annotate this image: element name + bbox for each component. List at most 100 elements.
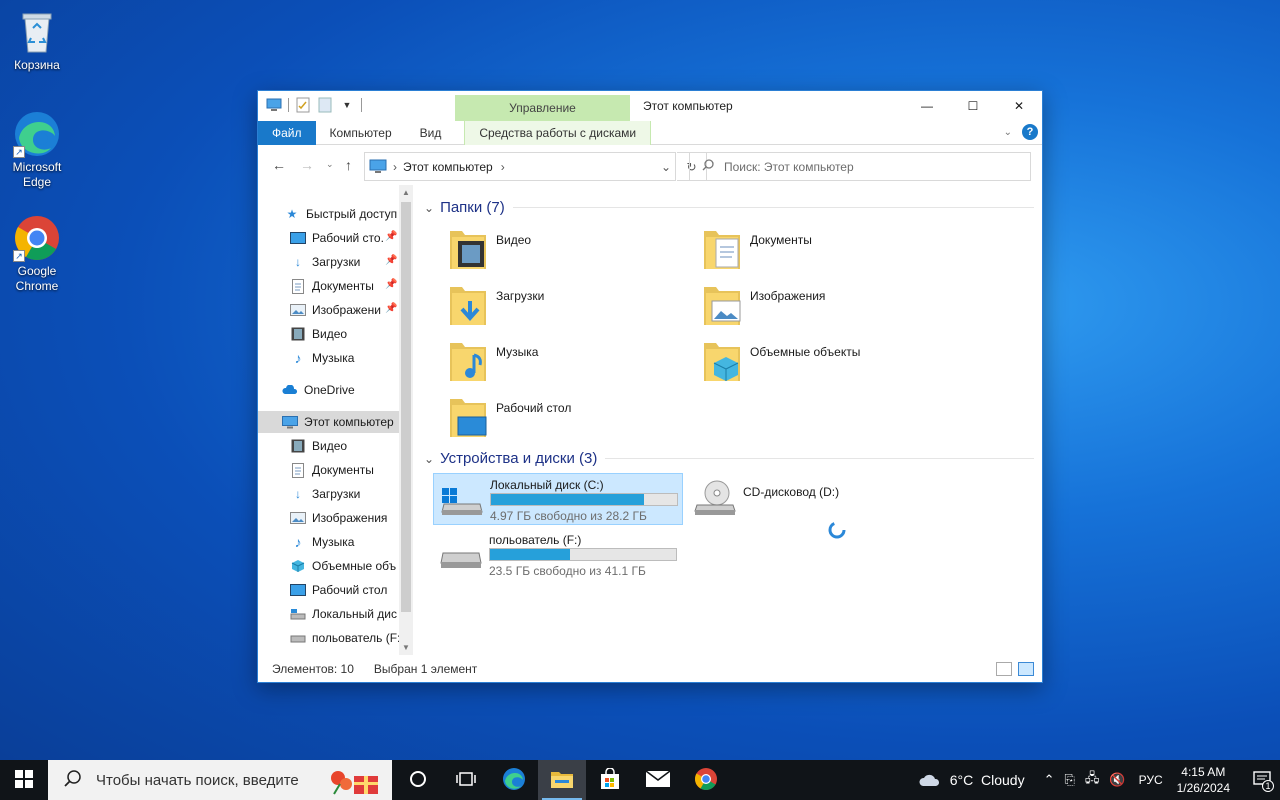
network-icon[interactable]: 🖧 <box>1085 769 1100 791</box>
customize-toolbar-icon[interactable]: ▼ <box>339 97 355 113</box>
folder-tile-pictures[interactable]: Изображения <box>694 281 944 333</box>
collapse-chevron-icon[interactable]: ⌄ <box>424 452 434 466</box>
task-view-icon <box>456 771 476 790</box>
weather-widget[interactable]: 6°C Cloudy <box>918 771 1025 790</box>
help-icon[interactable]: ? <box>1022 124 1038 140</box>
pin-icon[interactable]: 📌 <box>385 303 397 314</box>
folders-group-header[interactable]: ⌄ Папки (7) <box>424 199 1034 216</box>
busy-cursor-icon <box>827 520 847 543</box>
nav-pc-desktop[interactable]: Рабочий стол <box>290 579 387 601</box>
back-arrow-icon[interactable]: ← <box>272 157 286 173</box>
nav-quick-pictures[interactable]: Изображени <box>290 299 381 321</box>
forward-arrow-icon[interactable]: → <box>300 157 314 173</box>
folder-tile-desktop[interactable]: Рабочий стол <box>440 393 690 445</box>
up-arrow-icon[interactable]: ↑ <box>345 157 352 173</box>
tiles-view-icon[interactable] <box>1018 662 1034 676</box>
film-icon <box>290 438 306 454</box>
drive-name: польователь (F:) <box>489 533 582 547</box>
breadcrumb-location[interactable]: Этот компьютер <box>403 160 493 174</box>
pin-icon[interactable]: 📌 <box>385 255 397 266</box>
nav-pc-local-disk[interactable]: Локальный дис <box>290 603 397 625</box>
taskbar-store[interactable] <box>586 760 634 800</box>
nav-onedrive[interactable]: OneDrive <box>282 379 355 401</box>
task-view-button[interactable] <box>442 760 490 800</box>
clock-time: 4:15 AM <box>1181 765 1226 779</box>
nav-this-pc[interactable]: Этот компьютер <box>258 411 399 433</box>
nav-pc-music[interactable]: ♪ Музыка <box>290 531 355 553</box>
devices-group-header[interactable]: ⌄ Устройства и диски (3) <box>424 450 1034 467</box>
details-view-icon[interactable] <box>996 662 1012 676</box>
folder-tile-downloads[interactable]: Загрузки <box>440 281 690 333</box>
start-button[interactable] <box>0 760 48 800</box>
drive-tile-f[interactable]: польователь (F:) 23.5 ГБ свободно из 41.… <box>433 529 683 581</box>
taskbar-edge[interactable] <box>490 760 538 800</box>
nav-label: Рабочий стол <box>312 583 388 597</box>
search-input[interactable]: Поиск: Этот компьютер <box>689 152 1031 181</box>
clock[interactable]: 4:15 AM 1/26/2024 <box>1177 764 1230 796</box>
pin-icon[interactable]: 📌 <box>385 279 397 290</box>
desktop-folder-icon <box>448 395 488 439</box>
quick-access-toolbar: ▼ <box>266 97 362 113</box>
computer-icon <box>282 414 298 430</box>
task-view-cortana-button[interactable] <box>394 760 442 800</box>
scroll-up-icon[interactable]: ▲ <box>402 188 410 197</box>
nav-pc-downloads[interactable]: ↓ Загрузки <box>290 483 360 505</box>
address-dropdown-icon[interactable]: ⌄ <box>661 160 671 174</box>
nav-quick-downloads[interactable]: ↓ Загрузки <box>290 251 360 273</box>
nav-pc-pictures[interactable]: Изображения <box>290 507 387 529</box>
nav-quick-desktop[interactable]: Рабочий сто. <box>290 227 384 249</box>
taskbar-chrome[interactable] <box>682 760 730 800</box>
nav-pc-videos[interactable]: Видео <box>290 435 347 457</box>
explorer-window: ▼ Управление Этот компьютер — ☐ ✕ Файл К… <box>257 90 1043 683</box>
show-hidden-icons-chevron-icon[interactable]: ⌃ <box>1044 772 1055 788</box>
nav-pc-drive-f[interactable]: польователь (F: <box>290 627 400 649</box>
folder-tile-videos[interactable]: Видео <box>440 225 690 277</box>
action-center-button[interactable]: 1 <box>1244 760 1280 800</box>
scrollbar-thumb[interactable] <box>401 202 411 612</box>
nav-pane-scrollbar[interactable]: ▲ ▼ <box>399 185 413 655</box>
desktop-icon-chrome[interactable]: ↗ Google Chrome <box>0 214 74 294</box>
new-folder-icon[interactable] <box>317 97 333 113</box>
expand-ribbon-icon[interactable]: ⌄ <box>1004 127 1012 138</box>
taskbar-mail[interactable] <box>634 760 682 800</box>
folder-tile-3d-objects[interactable]: Объемные объекты <box>694 337 944 389</box>
drive-tile-c[interactable]: Локальный диск (C:) 4.97 ГБ свободно из … <box>433 473 683 525</box>
drive-usage-bar <box>489 548 677 561</box>
nav-quick-documents[interactable]: Документы <box>290 275 374 297</box>
film-icon <box>290 326 306 342</box>
input-language[interactable]: РУС <box>1139 773 1163 787</box>
properties-icon[interactable] <box>295 97 311 113</box>
maximize-button[interactable]: ☐ <box>950 91 996 121</box>
recent-locations-icon[interactable]: ⌄ <box>326 159 334 170</box>
close-button[interactable]: ✕ <box>996 91 1042 121</box>
nav-quick-music[interactable]: ♪ Музыка <box>290 347 355 369</box>
breadcrumb-chevron-icon[interactable]: › <box>393 160 397 174</box>
group-title: Устройства и диски (3) <box>440 450 598 467</box>
nav-pc-documents[interactable]: Документы <box>290 459 374 481</box>
tab-view[interactable]: Вид <box>406 121 456 145</box>
taskbar-search-input[interactable]: Чтобы начать поиск, введите <box>48 760 392 800</box>
minimize-button[interactable]: — <box>904 91 950 121</box>
scroll-down-icon[interactable]: ▼ <box>402 643 410 652</box>
desktop-icon <box>290 582 306 598</box>
meet-now-icon[interactable]: ⎘ <box>1064 772 1074 788</box>
collapse-chevron-icon[interactable]: ⌄ <box>424 201 434 215</box>
pin-icon[interactable]: 📌 <box>385 231 397 242</box>
folder-label: Документы <box>750 233 812 247</box>
drive-tile-d[interactable]: CD-дисковод (D:) <box>687 473 937 525</box>
tab-file[interactable]: Файл <box>258 121 316 145</box>
breadcrumb-chevron-icon[interactable]: › <box>501 160 505 174</box>
tab-computer[interactable]: Компьютер <box>316 121 406 145</box>
volume-muted-icon[interactable]: 🔇 <box>1109 772 1125 788</box>
folder-tile-documents[interactable]: Документы <box>694 225 944 277</box>
nav-quick-access[interactable]: ★ Быстрый доступ <box>284 203 398 225</box>
desktop-icon-edge[interactable]: ↗ Microsoft Edge <box>0 110 74 190</box>
taskbar-file-explorer[interactable] <box>538 760 586 800</box>
tab-drive-tools[interactable]: Средства работы с дисками <box>464 121 652 145</box>
address-bar[interactable]: › Этот компьютер › ⌄ <box>364 152 676 181</box>
nav-label: польователь (F: <box>312 631 401 645</box>
desktop-icon-recycle-bin[interactable]: Корзина <box>0 8 74 73</box>
nav-quick-videos[interactable]: Видео <box>290 323 347 345</box>
nav-pc-3d-objects[interactable]: Объемные объ <box>290 555 396 577</box>
folder-tile-music[interactable]: Музыка <box>440 337 690 389</box>
